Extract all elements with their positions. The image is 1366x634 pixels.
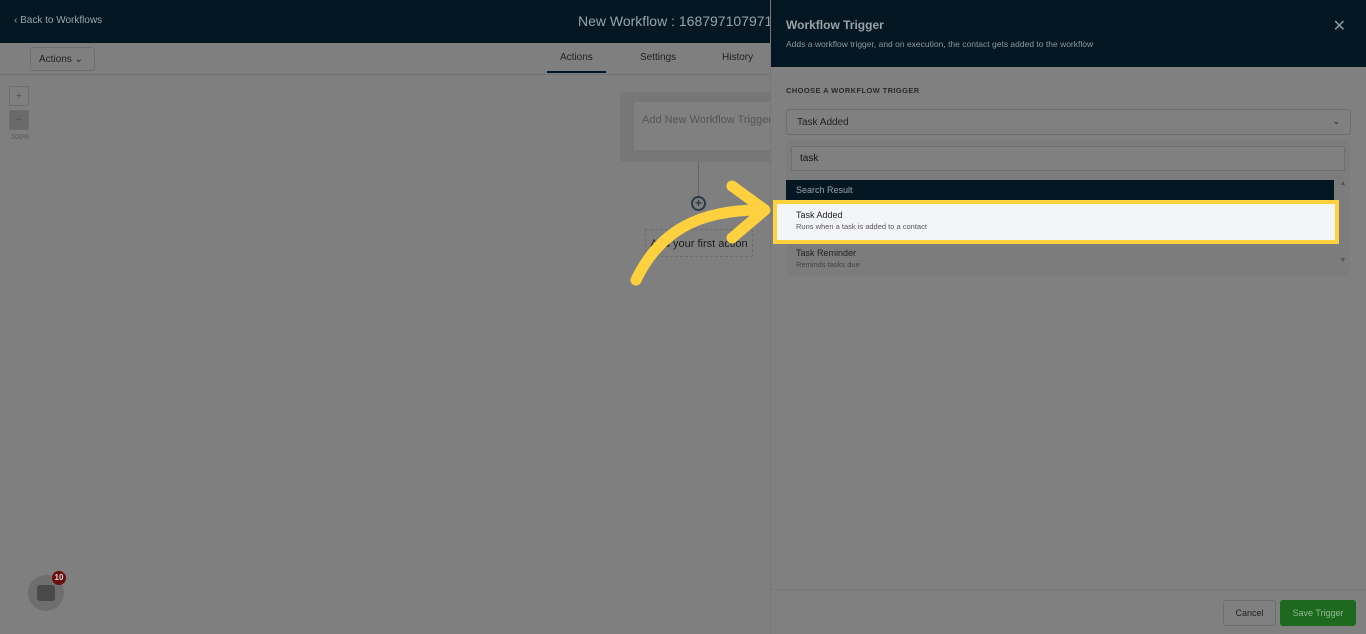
option-title: Task Reminder bbox=[796, 248, 857, 258]
panel-header: Workflow Trigger Adds a workflow trigger… bbox=[771, 0, 1366, 67]
actions-label: Actions bbox=[39, 54, 72, 65]
panel-subtitle: Adds a workflow trigger, and on executio… bbox=[786, 39, 1094, 49]
trigger-search-input[interactable] bbox=[791, 146, 1345, 171]
toolbar: Actions ⌄ Actions Settings History bbox=[0, 43, 770, 75]
tab-history[interactable]: History bbox=[722, 52, 753, 63]
workflow-title: New Workflow : 1687971079719 bbox=[578, 13, 781, 29]
option-desc: Runs when a task is added to a contact bbox=[796, 222, 927, 231]
scrollbar[interactable]: ▲ ▼ bbox=[1338, 180, 1348, 276]
back-to-workflows-link[interactable]: ‹ Back to Workflows bbox=[14, 15, 102, 26]
pointer-arrow-icon bbox=[630, 180, 771, 286]
option-task-reminder[interactable]: Task Reminder Reminds tasks due bbox=[786, 244, 1334, 273]
option-task-added[interactable]: Task Added Runs when a task is added to a… bbox=[773, 200, 1339, 244]
trigger-select[interactable]: Task Added ⌄ bbox=[786, 109, 1351, 135]
tab-actions[interactable]: Actions bbox=[547, 52, 606, 73]
cancel-button[interactable]: Cancel bbox=[1223, 600, 1276, 626]
close-icon[interactable]: ✕ bbox=[1333, 16, 1346, 36]
panel-title: Workflow Trigger bbox=[786, 18, 884, 32]
notification-badge: 10 bbox=[52, 571, 66, 585]
panel-footer: Cancel Save Trigger bbox=[771, 589, 1366, 634]
group-header: Search Result bbox=[786, 180, 1334, 200]
option-desc: Reminds tasks due bbox=[796, 260, 860, 269]
trigger-node[interactable]: Add New Workflow Trigger bbox=[620, 92, 780, 162]
trigger-label: CHOOSE A WORKFLOW TRIGGER bbox=[786, 86, 920, 95]
save-trigger-button[interactable]: Save Trigger bbox=[1280, 600, 1356, 626]
actions-dropdown[interactable]: Actions ⌄ bbox=[30, 47, 95, 71]
zoom-in-button[interactable]: + bbox=[9, 86, 29, 106]
option-title: Task Added bbox=[796, 210, 843, 220]
add-trigger-label: Add New Workflow Trigger bbox=[634, 102, 780, 150]
trigger-dropdown: Search Result Task Added Runs when a task… bbox=[773, 140, 1350, 276]
chevron-down-icon: ⌄ bbox=[74, 54, 83, 65]
zoom-level: 100% bbox=[11, 134, 29, 141]
chevron-down-icon: ⌄ bbox=[1332, 116, 1340, 126]
zoom-out-button[interactable]: − bbox=[9, 110, 29, 130]
workflow-trigger-panel: Workflow Trigger Adds a workflow trigger… bbox=[770, 0, 1366, 634]
selected-trigger: Task Added bbox=[797, 117, 849, 128]
tab-settings[interactable]: Settings bbox=[640, 52, 676, 63]
back-label: Back to Workflows bbox=[20, 15, 103, 26]
chat-icon bbox=[37, 585, 55, 601]
